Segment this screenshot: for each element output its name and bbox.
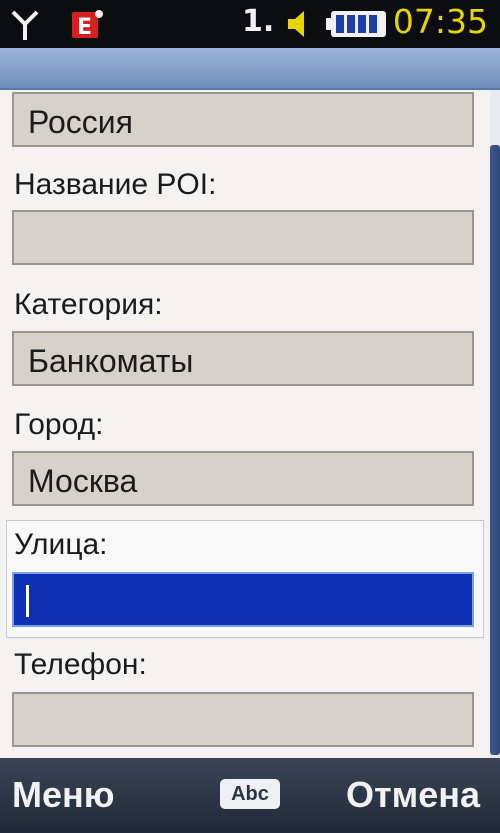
- message-icon: E: [72, 10, 103, 40]
- poi-name-label: Название POI:: [14, 168, 217, 201]
- line-indicator: 1.: [242, 4, 274, 39]
- svg-text:E: E: [77, 15, 92, 40]
- input-mode-button[interactable]: Abc: [220, 779, 280, 809]
- city-field[interactable]: Москва: [12, 451, 474, 506]
- cancel-button[interactable]: Отмена: [346, 774, 480, 816]
- menu-button[interactable]: Меню: [12, 774, 115, 816]
- line-number: 1.: [242, 4, 275, 39]
- scrollbar-thumb[interactable]: [490, 145, 500, 755]
- phone-label: Телефон:: [14, 648, 147, 681]
- signal-icon: [11, 10, 39, 40]
- title-bar: [0, 48, 500, 90]
- street-input[interactable]: [12, 572, 474, 627]
- street-label: Улица:: [14, 528, 108, 561]
- category-field[interactable]: Банкоматы: [12, 331, 474, 386]
- battery-icon: [326, 11, 386, 37]
- status-bar: E 1. 07:35: [0, 0, 500, 48]
- softkey-bar: Меню Abc Отмена: [0, 758, 500, 833]
- country-field[interactable]: Россия: [12, 92, 474, 147]
- text-cursor: [26, 585, 29, 617]
- clock: 07:35: [392, 2, 488, 41]
- phone-field[interactable]: [12, 692, 474, 747]
- speaker-icon: [288, 11, 304, 37]
- category-label: Категория:: [14, 288, 163, 321]
- city-label: Город:: [14, 408, 104, 441]
- poi-name-field[interactable]: [12, 210, 474, 265]
